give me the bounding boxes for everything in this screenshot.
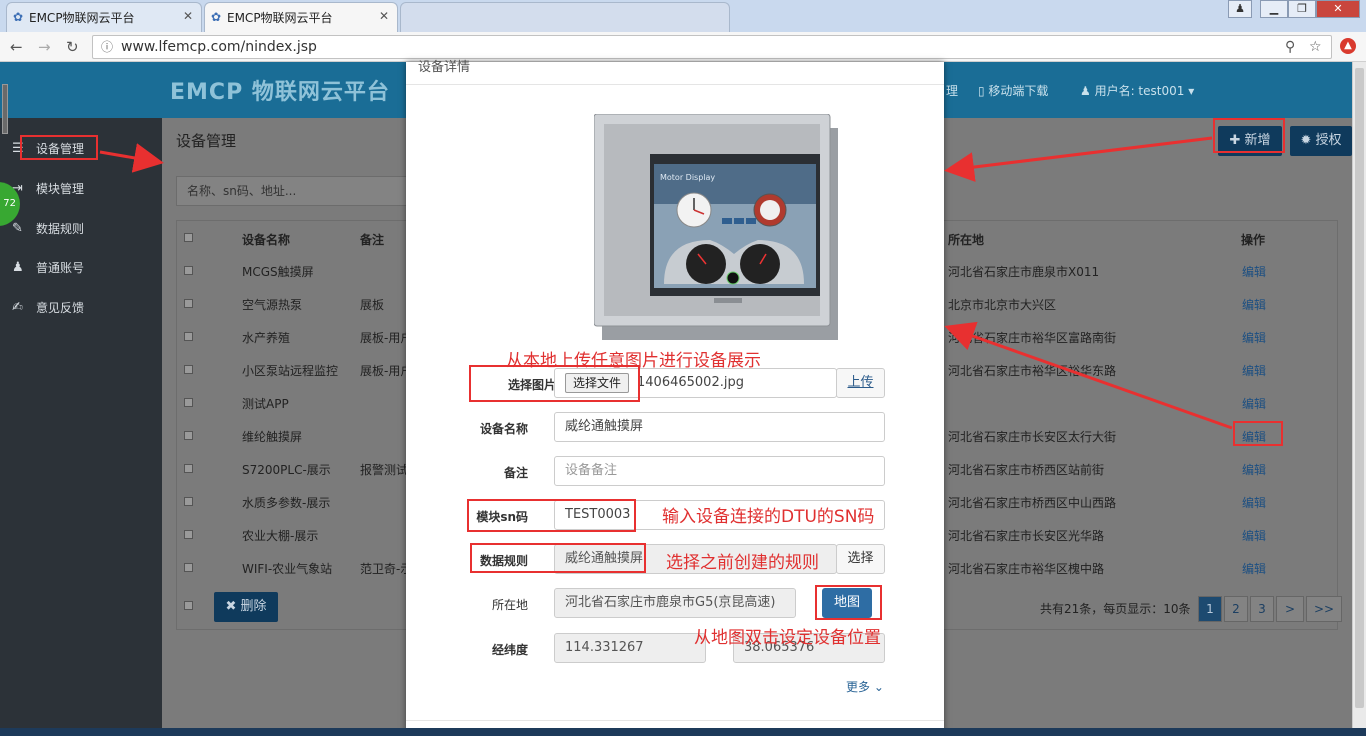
arrow-from-add-button bbox=[944, 136, 1213, 182]
annotation-arrows bbox=[99, 136, 1233, 430]
arrow-to-device-list bbox=[99, 143, 164, 173]
taskbar bbox=[0, 728, 1366, 736]
arrow-from-edit-link bbox=[944, 321, 1233, 430]
